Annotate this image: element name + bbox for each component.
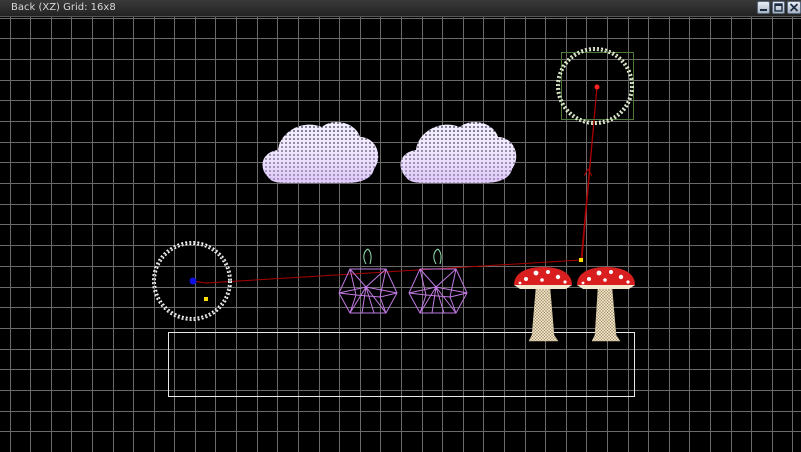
- path-handle[interactable]: [579, 258, 583, 262]
- viewport-grid: [0, 17, 801, 452]
- minimize-icon: [760, 9, 767, 11]
- window-title: Back (XZ) Grid: 16x8: [11, 2, 116, 13]
- path-handle[interactable]: [204, 297, 208, 301]
- minimize-button[interactable]: [757, 1, 770, 14]
- gem-mesh-icon[interactable]: [338, 248, 398, 314]
- mushroom-icon[interactable]: [577, 267, 635, 342]
- camera-path[interactable]: [192, 86, 598, 284]
- viewport-back-xz[interactable]: [0, 17, 801, 452]
- scene-canvas[interactable]: [0, 17, 801, 452]
- camera-dot: [189, 277, 197, 285]
- maximize-icon: [774, 3, 783, 12]
- mushroom-icon[interactable]: [514, 267, 572, 342]
- target-ring-icon[interactable]: [556, 47, 634, 125]
- close-button[interactable]: [787, 1, 801, 14]
- window-titlebar[interactable]: Back (XZ) Grid: 16x8: [0, 0, 801, 17]
- gem-mesh-icon[interactable]: [408, 248, 468, 314]
- target-dot: [594, 84, 600, 90]
- cloud-icon[interactable]: [400, 122, 517, 183]
- maximize-button[interactable]: [772, 1, 785, 14]
- close-icon: [789, 3, 799, 12]
